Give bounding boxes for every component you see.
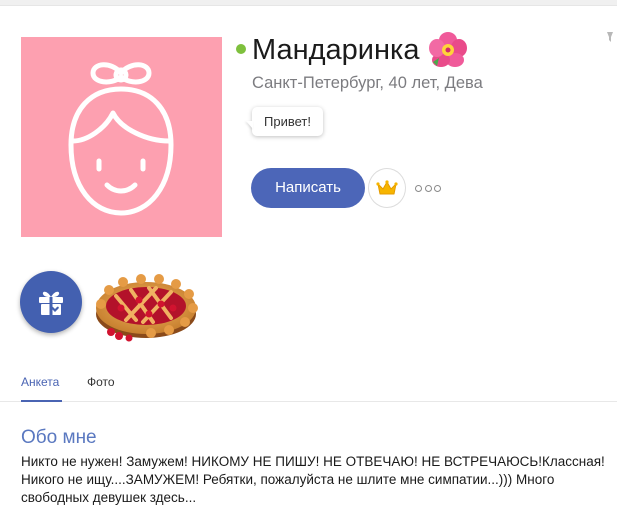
profile-subtitle: Санкт-Петербург, 40 лет, Дева (252, 74, 483, 92)
about-text: Никто не нужен! Замужем! НИКОМУ НЕ ПИШУ!… (21, 454, 605, 505)
cherry-pie-gift[interactable] (91, 264, 201, 344)
hibiscus-icon (429, 32, 467, 67)
avatar[interactable] (21, 37, 222, 237)
girl-avatar-icon (68, 62, 174, 216)
active-tab-underline (21, 400, 62, 402)
crown-icon (376, 180, 398, 195)
pin-icon (607, 32, 613, 42)
dot (415, 184, 422, 192)
tab-photos[interactable]: Фото (87, 375, 115, 389)
dot (424, 184, 432, 192)
gift-icon (39, 291, 63, 315)
tab-profile[interactable]: Анкета (21, 375, 59, 389)
more-dots-icon[interactable] (415, 181, 441, 195)
about-title: Обо мне (21, 427, 97, 448)
profile-tabs: Анкета Фото (0, 364, 617, 402)
vip-crown-button[interactable] (368, 168, 406, 208)
status-bubble: Привет! (252, 107, 323, 136)
profile-card: Мандаринка Санкт-Петербург, 40 лет, Дева… (0, 5, 617, 513)
status-text: Привет! (264, 114, 311, 129)
profile-name: Мандаринка (252, 34, 420, 66)
write-message-button[interactable]: Написать (251, 168, 365, 208)
online-indicator (236, 44, 246, 54)
send-gift-button[interactable] (20, 271, 82, 333)
dot (434, 184, 441, 192)
